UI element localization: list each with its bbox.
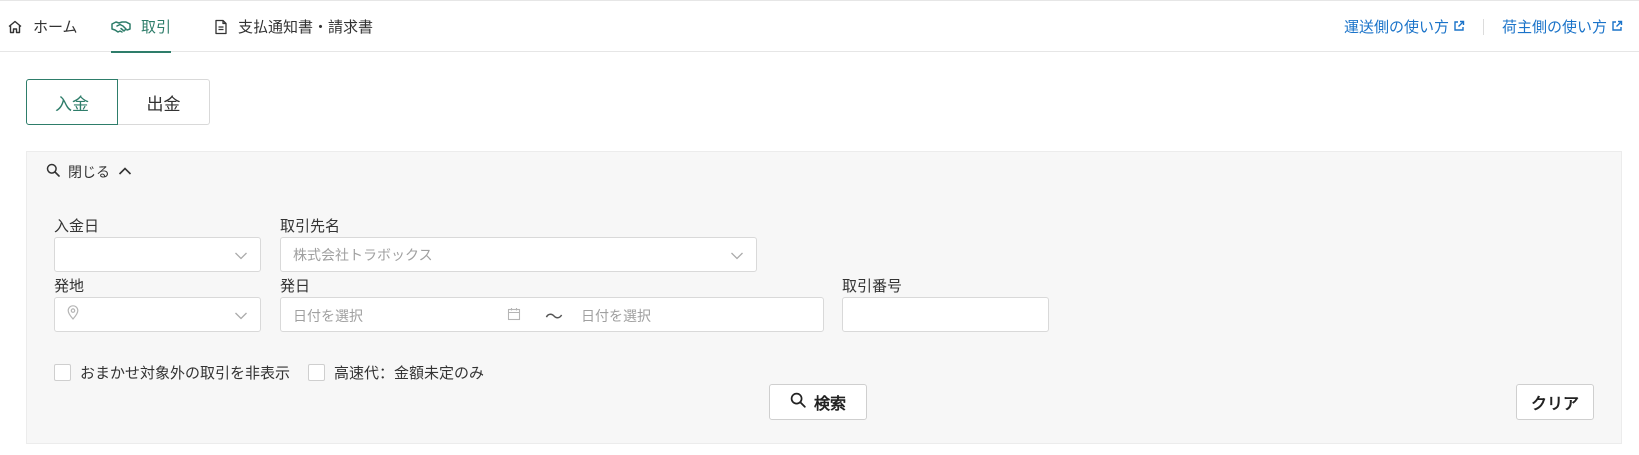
origin-select[interactable] — [54, 297, 261, 332]
search-icon — [46, 163, 60, 181]
highway-fee-undecided-checkbox[interactable] — [308, 364, 326, 381]
payment-date-label: 入金日 — [54, 217, 100, 235]
withdrawal-tab[interactable]: 出金 — [118, 79, 210, 125]
divider — [1482, 18, 1484, 35]
location-pin-icon — [67, 305, 79, 324]
help-links: 運送側の使い方 荷主側の使い方 — [1344, 1, 1623, 52]
departure-date-range: 日付を選択 ～ 日付を選択 — [280, 297, 824, 332]
departure-date-from-input[interactable]: 日付を選択 — [293, 306, 363, 326]
partner-name-label: 取引先名 — [280, 217, 341, 235]
search-panel-collapse-toggle[interactable]: 閉じる — [46, 162, 132, 182]
search-panel: 閉じる 入金日 取引先名 株式会社トラボックス 発地 発日 日付を選択 ～ 日付 — [26, 151, 1622, 444]
handshake-icon — [111, 19, 131, 35]
nav-item-home[interactable]: ホーム — [7, 1, 78, 52]
nav-item-label: ホーム — [33, 18, 78, 36]
search-button-label: 検索 — [813, 394, 846, 413]
transaction-number-input[interactable] — [842, 297, 1049, 332]
hide-non-omakase-label: おまかせ対象外の取引を非表示 — [80, 364, 291, 382]
collapse-label: 閉じる — [68, 165, 110, 181]
nav-item-label: 支払通知書・請求書 — [238, 18, 374, 36]
external-link-icon — [1611, 18, 1623, 36]
payment-date-select[interactable] — [54, 237, 261, 272]
external-link-icon — [1453, 18, 1465, 36]
search-button[interactable]: 検索 — [769, 384, 867, 420]
document-icon — [214, 19, 228, 35]
hide-non-omakase-checkbox[interactable] — [54, 364, 71, 381]
departure-date-label: 発日 — [280, 277, 311, 295]
nav-item-torihiki[interactable]: 取引 — [111, 1, 172, 53]
partner-name-placeholder: 株式会社トラボックス — [293, 247, 433, 264]
shipper-guide-link[interactable]: 荷主側の使い方 — [1502, 16, 1623, 37]
highway-fee-undecided-label: 高速代：金額未定のみ — [334, 364, 485, 382]
home-icon — [7, 19, 23, 35]
chevron-down-icon — [234, 309, 248, 325]
search-icon — [790, 392, 806, 412]
shipper-guide-label: 荷主側の使い方 — [1501, 18, 1607, 36]
departure-date-to-input[interactable]: 日付を選択 — [581, 306, 651, 326]
date-range-separator: ～ — [545, 307, 563, 328]
calendar-icon — [507, 307, 521, 325]
chevron-up-icon — [118, 164, 132, 180]
nav-item-shiharai[interactable]: 支払通知書・請求書 — [214, 1, 373, 52]
payment-direction-toggle: 入金 出金 — [26, 79, 210, 125]
chevron-down-icon — [730, 249, 744, 265]
transaction-number-label: 取引番号 — [842, 277, 903, 295]
origin-label: 発地 — [54, 277, 85, 295]
clear-button[interactable]: クリア — [1516, 384, 1594, 420]
chevron-down-icon — [234, 249, 248, 265]
nav-item-label: 取引 — [141, 18, 172, 36]
filter-checkboxes: おまかせ対象外の取引を非表示 高速代：金額未定のみ — [54, 362, 502, 383]
carrier-guide-label: 運送側の使い方 — [1343, 18, 1449, 36]
carrier-guide-link[interactable]: 運送側の使い方 — [1344, 16, 1465, 37]
top-navigation: ホーム 取引 支払通知書・請求書 運送側の使い方 荷主側の使い方 — [0, 0, 1639, 53]
partner-name-select[interactable]: 株式会社トラボックス — [280, 237, 757, 272]
deposit-tab[interactable]: 入金 — [26, 79, 118, 125]
